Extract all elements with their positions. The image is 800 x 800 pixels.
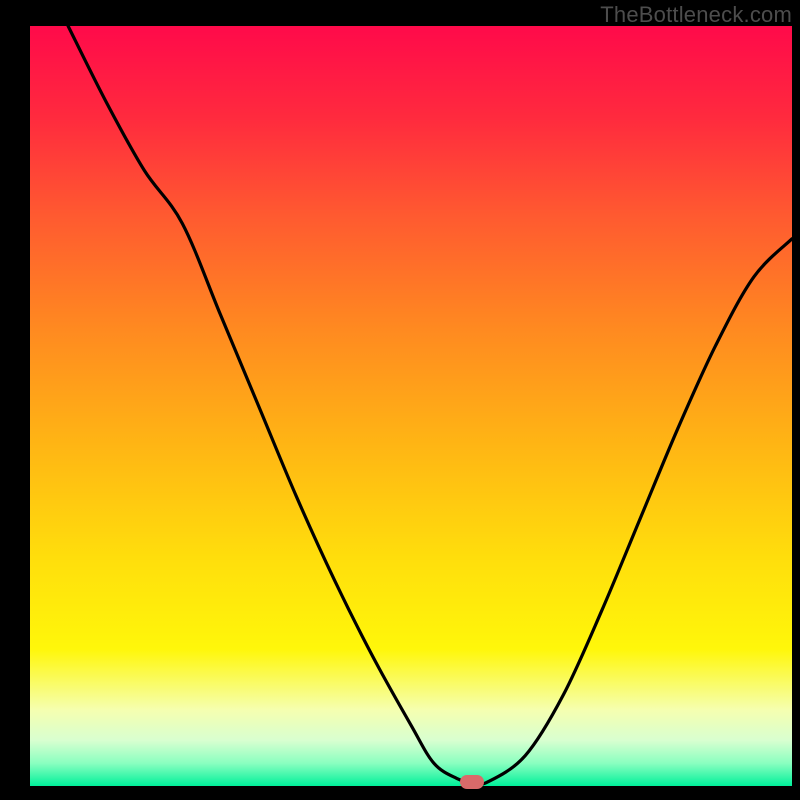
watermark-text: TheBottleneck.com [600, 2, 792, 28]
gradient-background [30, 26, 792, 786]
chart-stage: TheBottleneck.com [0, 0, 800, 800]
plot-area [30, 26, 792, 786]
optimum-marker [460, 775, 484, 789]
chart-svg [30, 26, 792, 786]
